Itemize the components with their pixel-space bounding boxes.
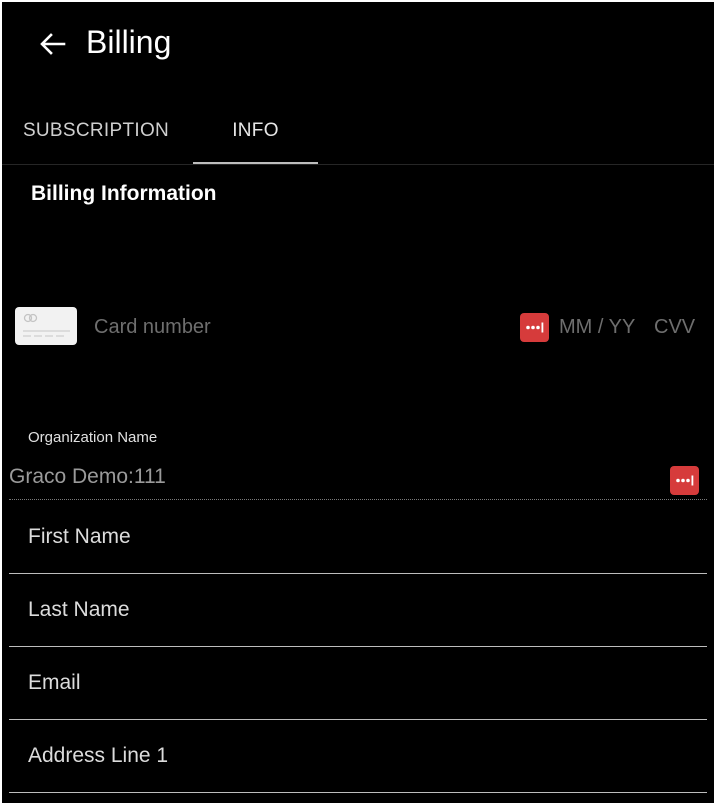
address-line-1-label: Address Line 1 [28, 744, 169, 767]
back-button[interactable] [38, 29, 68, 59]
address-line-1-field[interactable]: Address Line 1 [9, 720, 707, 793]
page-title: Billing [86, 24, 172, 60]
password-manager-icon[interactable] [520, 313, 549, 342]
last-name-field[interactable]: Last Name [9, 574, 707, 647]
tab-info[interactable]: INFO [193, 98, 318, 164]
app-header: Billing [2, 2, 714, 88]
credit-card-icon [15, 307, 77, 345]
arrow-left-icon [40, 33, 66, 55]
organization-name-underline [9, 499, 707, 500]
card-number-input[interactable]: Card number [94, 316, 211, 339]
section-title: Billing Information [31, 182, 217, 205]
password-manager-icon[interactable] [670, 466, 699, 495]
email-label: Email [28, 671, 81, 694]
first-name-label: First Name [28, 525, 131, 548]
last-name-label: Last Name [28, 598, 130, 621]
tab-bar: SUBSCRIPTION INFO [2, 98, 714, 165]
email-field[interactable]: Email [9, 647, 707, 720]
tab-subscription[interactable]: SUBSCRIPTION [2, 98, 190, 164]
billing-screen: Billing SUBSCRIPTION INFO Billing Inform… [2, 2, 714, 803]
first-name-field[interactable]: First Name [9, 501, 707, 574]
active-tab-indicator [193, 162, 318, 164]
cvv-input[interactable]: CVV [654, 316, 695, 339]
expiry-input[interactable]: MM / YY [559, 316, 635, 339]
organization-name-label: Organization Name [28, 429, 158, 446]
organization-name-input[interactable] [9, 465, 609, 489]
